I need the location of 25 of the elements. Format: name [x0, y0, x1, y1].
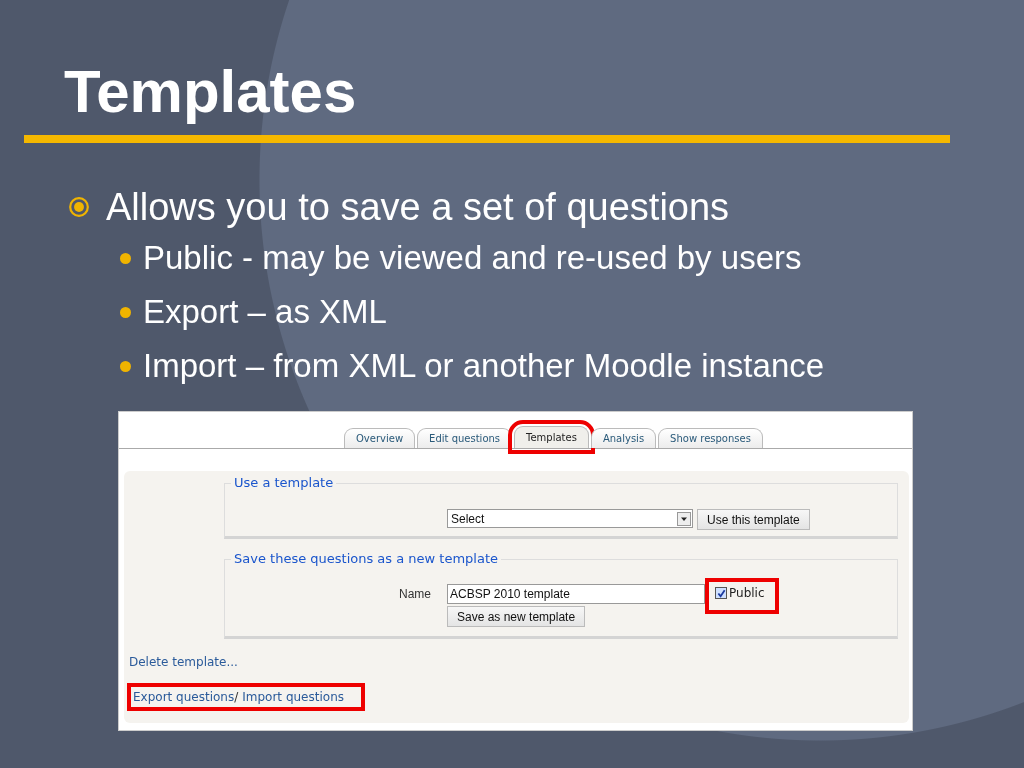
bullet-text: Public - may be viewed and re-used by users: [143, 239, 802, 277]
delete-template-link[interactable]: Delete template...: [129, 655, 909, 669]
bullet-text: Allows you to save a set of questions: [106, 185, 730, 229]
public-checkbox[interactable]: [715, 587, 727, 599]
select-field[interactable]: Select: [447, 509, 693, 528]
field-label: Name: [399, 587, 432, 601]
tab[interactable]: Overview: [344, 428, 416, 448]
tab[interactable]: Analysis: [590, 428, 657, 448]
use-template-button[interactable]: Use this template: [697, 509, 810, 530]
separator-text: /: [234, 690, 239, 704]
fieldset-legend: Save these questions as a new template: [231, 551, 501, 566]
bullet-icon: [120, 306, 131, 318]
import-questions-link[interactable]: Import questions: [242, 690, 344, 704]
fieldset-legend: Use a template: [231, 475, 337, 490]
bullet-icon: [120, 360, 131, 372]
export-questions-link[interactable]: Export questions: [133, 690, 235, 704]
tab[interactable]: Show responses: [658, 428, 763, 448]
name-field[interactable]: ACBSP 2010 template: [447, 584, 705, 604]
checkbox-label: Public: [729, 586, 765, 600]
bullet-icon: [120, 252, 131, 264]
bullet-text: Export – as XML: [143, 293, 387, 331]
bullet-text: Import – from XML or another Moodle instance: [143, 347, 825, 385]
save-template-button[interactable]: Save as new template: [447, 606, 586, 627]
bullet-icon: [68, 196, 90, 218]
slide-title: Templates: [64, 62, 358, 122]
